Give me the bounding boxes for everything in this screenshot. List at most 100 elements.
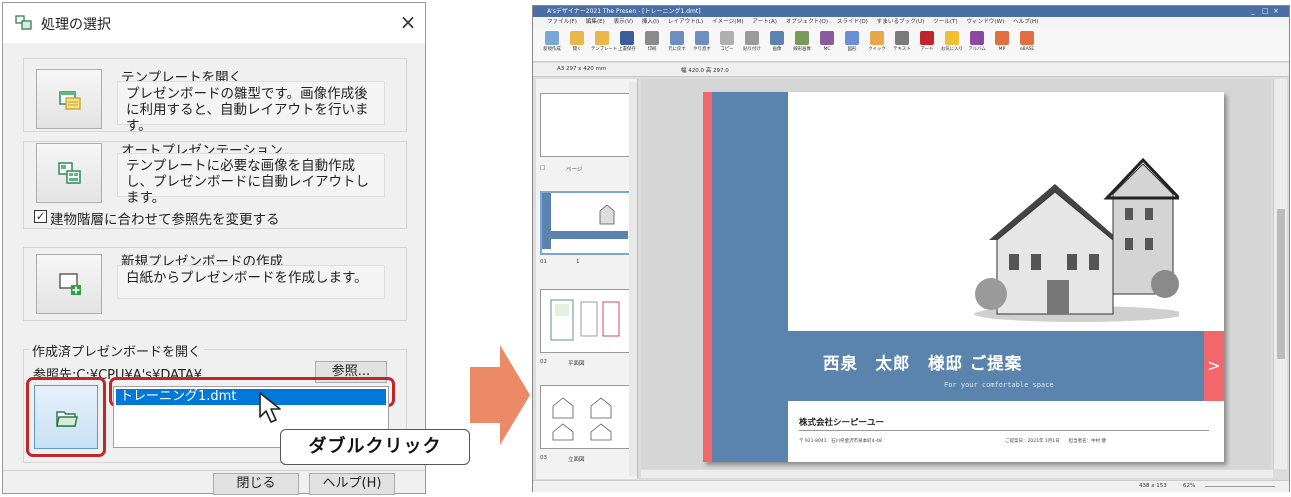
toolbar-button-text[interactable]: テキスト [891,31,913,53]
close-button[interactable]: 閉じる [213,473,299,495]
option-desc-auto-presentation: テンプレートに必要な画像を自動作成し、プレゼンボードに自動レイアウトします。 [117,153,385,206]
album-icon [970,31,984,45]
minimize-icon[interactable]: _ [1251,6,1255,17]
toolbar-button-quick[interactable]: クイック [866,31,888,53]
toolbar-button-album[interactable]: アルバム [966,31,988,53]
menu-bar: ファイル(F) 編集(E) 表示(V) 挿入(I) レイアウト(L) イメージ(… [533,17,1289,28]
toolbar-button-save[interactable]: 上書保存 [616,31,638,53]
presentation-board[interactable]: > 西泉 太郎 様邸 ご提案 For your comfortable spac… [703,92,1224,462]
new-board-icon [59,273,81,295]
open-template-button[interactable] [36,69,102,129]
toolbar-button-redo[interactable]: やり直す [691,31,713,53]
menu-edit[interactable]: 編集(E) [586,19,605,25]
new-board-button[interactable] [36,254,102,314]
menu-file[interactable]: ファイル(F) [547,19,577,25]
dialog-titlebar: 処理の選択 × [3,3,425,43]
toolbar-label: MP [998,47,1006,52]
toolbar-button-ebase[interactable]: eBASE [1016,31,1038,53]
menu-layout[interactable]: レイアウト(L) [668,19,703,25]
favorite-star-icon [945,31,959,45]
thumbnail-blank[interactable] [540,93,630,157]
menu-art[interactable]: アート(A) [752,19,777,25]
toolbar-button-art[interactable]: アート [916,31,938,53]
close-icon[interactable]: × [395,9,421,35]
image-icon [770,31,784,45]
toolbar-button-paste[interactable]: 貼り付け [741,31,763,53]
template-icon [595,31,609,45]
proposal-title: 西泉 太郎 様邸 ご提案 [823,354,1023,373]
toolbar-label: 新規作成 [543,47,561,52]
thumbnail-name-03: 立面図 [568,457,585,463]
toolbar-label: 線形画像 [793,47,811,52]
menu-window[interactable]: ウィンドウ(W) [966,19,1004,25]
toolbar-button-shape[interactable]: 図形 [841,31,863,53]
toolbar-button-copy[interactable]: コピー [716,31,738,53]
menu-view[interactable]: 表示(V) [614,19,633,25]
ref-follow-checkbox[interactable]: ✓ [34,210,47,223]
open-folder-icon [570,31,584,45]
toolbar-button-image[interactable]: 画像 [766,31,788,53]
option-desc-new-board: 白紙からプレゼンボードを作成します。 [117,265,385,299]
thumbnail-elevation[interactable] [540,385,630,449]
menu-image[interactable]: イメージ(M) [712,19,743,25]
menu-insert[interactable]: 挿入(I) [642,19,659,25]
zoom-slider[interactable] [1205,486,1275,487]
toolbar-label: 画像 [772,47,782,52]
toolbar-label: アルバム [968,47,986,52]
open-folder-icon [56,411,78,427]
toolbar-button-undo[interactable]: 元に戻す [666,31,688,53]
menu-slide[interactable]: スライド(D) [837,19,868,25]
menu-object[interactable]: オブジェクト(O) [786,19,828,25]
horizontal-scrollbar[interactable] [641,470,1273,478]
thumbnail-name-02: 平面図 [568,361,585,367]
menu-smilebook[interactable]: すまいるブック(U) [877,19,925,25]
help-button[interactable]: ヘルプ(H) [309,473,395,495]
vertical-scroll-thumb[interactable] [1277,209,1285,359]
auto-presentation-icon [58,162,81,184]
menu-help[interactable]: ヘルプ(H) [1013,19,1038,25]
toolbar-button-mp[interactable]: MP [991,31,1013,53]
toolbar-label: アート [920,47,934,52]
ebase-icon [1020,31,1034,45]
toolbar-label: eBASE [1019,47,1035,52]
company-address: 〒 921-8041 石川県金沢市泉本町4-48 [799,439,882,444]
status-bar: 438 x 153 62% [533,480,1289,492]
thumbnail-cover[interactable] [540,191,632,255]
toolbar-button-favorite-star[interactable]: お気に入り [941,31,963,53]
vertical-scrollbar[interactable] [1273,79,1287,469]
quick-icon [870,31,884,45]
thumbnail-name-01: 1 [576,259,580,265]
maximize-icon[interactable]: □ [1262,6,1269,17]
toolbar-button-line-image[interactable]: 線形画像 [791,31,813,53]
thumbnail-number-03: 03 [540,455,547,461]
paper-dimensions[interactable]: 幅 420.0 高 297.0 [681,66,729,74]
app-icon [15,15,32,30]
toolbar-button-template[interactable]: テンプレート [591,31,618,53]
app-title: A'sデザイナー2021 The Presen - [トレーニング1.dmt] [533,6,1289,17]
paste-icon [745,31,759,45]
paper-toolbar: A3 297 x 420 mm 幅 420.0 高 297.0 [533,63,1289,77]
text-icon [895,31,909,45]
copy-icon [720,31,734,45]
toolbar-label: 開く [572,47,582,52]
toolbar-button-print[interactable]: 印刷 [641,31,663,53]
file-list-item[interactable]: トレーニング1.dmt [116,389,386,405]
toolbar-button-new-file[interactable]: 新規作成 [541,31,563,53]
thumbnail-floorplan[interactable] [540,289,630,353]
toolbar-label: 図形 [847,47,857,52]
mouse-cursor-icon [259,392,281,423]
house-rendering [974,157,1179,322]
app-close-icon[interactable]: × [1273,6,1279,17]
auto-presentation-button[interactable] [36,143,102,203]
thumbnail-scrollbar[interactable] [629,82,637,476]
toolbar-button-mc[interactable]: MC [816,31,838,53]
toolbar-label: 上書保存 [618,47,636,52]
menu-tools[interactable]: ツール(T) [933,19,958,25]
print-icon [645,31,659,45]
open-existing-button[interactable] [34,385,98,449]
left-accent-stripe [703,92,712,462]
toolbar-label: テンプレート [591,47,618,52]
toolbar-button-open-folder[interactable]: 開く [566,31,588,53]
paper-size-select[interactable]: A3 297 x 420 mm [557,66,606,72]
thumbnail-page-label: ページ [566,167,583,173]
